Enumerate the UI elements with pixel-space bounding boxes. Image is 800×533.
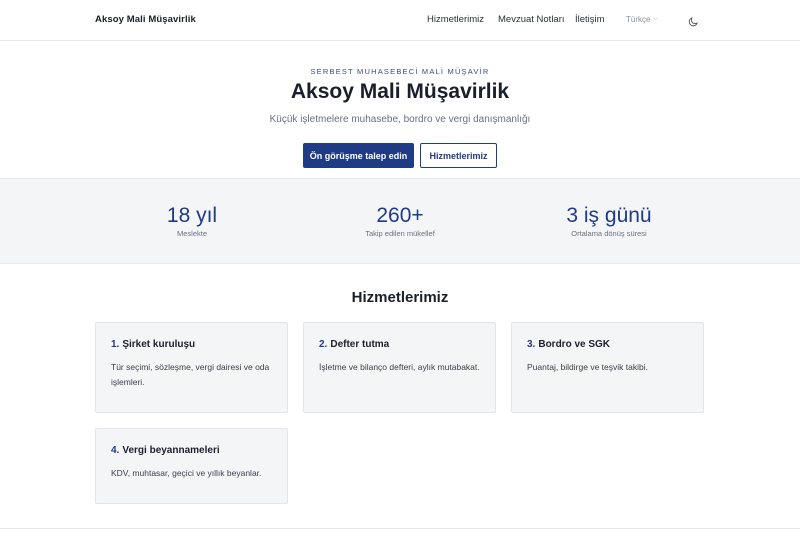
stat-experience: 18 yıl Meslekte xyxy=(92,203,292,238)
stat-value: 260+ xyxy=(376,204,424,227)
stat-label: Meslekte xyxy=(176,229,207,238)
service-description: Puantaj, bildirge ve teşvik takibi. xyxy=(527,362,648,372)
request-meeting-button[interactable]: Ön görüşme talep edin xyxy=(303,143,414,168)
stat-value: 18 yıl xyxy=(166,204,218,227)
hero-eyebrow: SERBEST MUHASEBECİ MALİ MÜŞAVİR xyxy=(310,67,490,76)
service-number: 3. xyxy=(527,339,536,350)
service-card-title: 4. Vergi beyannameleri xyxy=(111,445,272,456)
service-card-title: 1. Şirket kuruluşu xyxy=(111,339,272,350)
service-number: 4. xyxy=(111,445,120,456)
stats-band: 18 yıl Meslekte 260+ Takip edilen mükell… xyxy=(0,178,800,264)
language-label: Türkçe xyxy=(626,15,651,24)
chevron-down-icon: ⌵ xyxy=(653,16,659,22)
nav-link-regulation-notes[interactable]: Mevzuat Notları xyxy=(498,14,565,25)
stat-label: Ortalama dönüş süresi xyxy=(571,229,647,238)
stat-response-time: 3 iş günü Ortalama dönüş süresi xyxy=(509,203,709,238)
service-card-title: 3. Bordro ve SGK xyxy=(527,339,688,350)
hero-title: Aksoy Mali Müşavirlik xyxy=(290,80,510,103)
service-number: 1. xyxy=(111,339,120,350)
moon-icon[interactable] xyxy=(688,14,698,27)
service-name: Defter tutma xyxy=(330,339,390,350)
service-description: KDV, muhtasar, geçici ve yıllık beyanlar… xyxy=(111,468,262,478)
nav-link-services[interactable]: Hizmetlerimiz xyxy=(427,14,484,25)
stat-label: Takip edilen mükellef xyxy=(365,229,435,238)
services-button[interactable]: Hizmetlerimiz xyxy=(420,143,497,168)
language-selector[interactable]: Türkçe ⌵ xyxy=(626,15,658,24)
service-description: Tür seçimi, sözleşme, vergi dairesi ve o… xyxy=(111,362,270,387)
stat-clients: 260+ Takip edilen mükellef xyxy=(300,203,500,238)
service-description: İşletme ve bilanço defteri, aylık mutaba… xyxy=(319,362,480,372)
service-card: 3. Bordro ve SGK Puantaj, bildirge ve te… xyxy=(511,322,704,413)
service-number: 2. xyxy=(319,339,328,350)
service-card: 4. Vergi beyannameleri KDV, muhtasar, ge… xyxy=(95,428,288,504)
service-card: 1. Şirket kuruluşu Tür seçimi, sözleşme,… xyxy=(95,322,288,413)
stat-value: 3 iş günü xyxy=(566,204,652,227)
service-name: Bordro ve SGK xyxy=(538,339,611,350)
service-name: Vergi beyannameleri xyxy=(122,445,220,456)
brand-logo-link[interactable]: Aksoy Mali Müşavirlik xyxy=(95,14,196,25)
service-card: 2. Defter tutma İşletme ve bilanço defte… xyxy=(303,322,496,413)
hero-subtitle: Küçük işletmelere muhasebe, bordro ve ve… xyxy=(269,114,531,125)
service-name: Şirket kuruluşu xyxy=(122,339,196,350)
footer-divider xyxy=(0,528,800,529)
nav-link-contact[interactable]: İletişim xyxy=(575,14,605,25)
top-navbar: Aksoy Mali Müşavirlik Hizmetlerimiz Mevz… xyxy=(0,0,800,41)
services-title: Hizmetlerimiz xyxy=(351,289,449,306)
service-card-title: 2. Defter tutma xyxy=(319,339,480,350)
